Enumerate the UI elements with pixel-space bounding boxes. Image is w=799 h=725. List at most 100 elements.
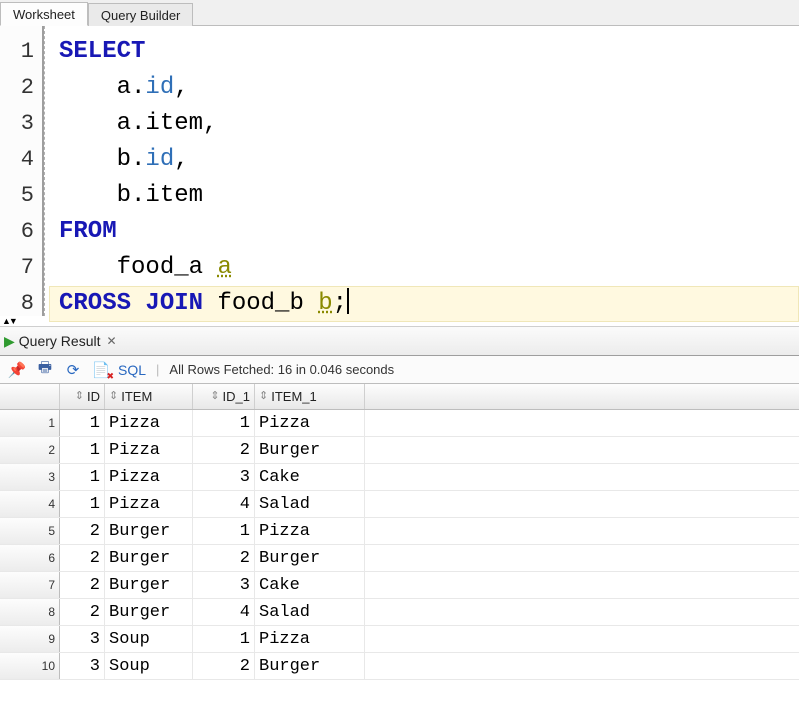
code-line[interactable]: a.id,: [49, 70, 799, 106]
cell-id1[interactable]: 4: [193, 491, 255, 517]
table-row[interactable]: 31Pizza3Cake: [0, 464, 799, 491]
cell-item1[interactable]: Cake: [255, 572, 365, 598]
grid-header: ⇕ID ⇕ITEM ⇕ID_1 ⇕ITEM_1: [0, 384, 799, 410]
cell-id1[interactable]: 1: [193, 626, 255, 652]
worksheet-tab-strip: Worksheet Query Builder: [0, 0, 799, 26]
code-line[interactable]: FROM: [49, 214, 799, 250]
editor-gutter: 12345678: [0, 26, 44, 316]
cell-item1[interactable]: Pizza: [255, 518, 365, 544]
code-line[interactable]: b.id,: [49, 142, 799, 178]
cell-id[interactable]: 1: [60, 437, 105, 463]
sort-icon: ⇕: [210, 394, 219, 399]
code-line[interactable]: CROSS JOIN food_b b;: [49, 286, 799, 322]
print-button[interactable]: 🖶: [34, 359, 56, 381]
cell-id[interactable]: 2: [60, 545, 105, 571]
row-number: 10: [0, 653, 60, 679]
grid-header-id1[interactable]: ⇕ID_1: [193, 384, 255, 409]
separator: |: [156, 362, 159, 377]
table-row[interactable]: 52Burger1Pizza: [0, 518, 799, 545]
row-number: 8: [0, 599, 60, 625]
cell-id[interactable]: 2: [60, 572, 105, 598]
cell-id[interactable]: 1: [60, 491, 105, 517]
cell-item[interactable]: Burger: [105, 599, 193, 625]
cell-item1[interactable]: Cake: [255, 464, 365, 490]
cell-item1[interactable]: Burger: [255, 653, 365, 679]
tab-worksheet[interactable]: Worksheet: [0, 2, 88, 26]
cell-id[interactable]: 2: [60, 518, 105, 544]
cell-id1[interactable]: 3: [193, 572, 255, 598]
table-row[interactable]: 11Pizza1Pizza: [0, 410, 799, 437]
table-row[interactable]: 82Burger4Salad: [0, 599, 799, 626]
cell-item[interactable]: Soup: [105, 653, 193, 679]
row-number: 6: [0, 545, 60, 571]
gutter-line: 1: [0, 34, 42, 70]
cell-id1[interactable]: 1: [193, 410, 255, 436]
gutter-line: 6: [0, 214, 42, 250]
table-row[interactable]: 62Burger2Burger: [0, 545, 799, 572]
tab-query-result[interactable]: Query Result: [19, 333, 101, 349]
cell-item1[interactable]: Salad: [255, 491, 365, 517]
editor-code-area[interactable]: SELECT a.id, a.item, b.id, b.itemFROM fo…: [44, 26, 799, 316]
cell-item1[interactable]: Burger: [255, 437, 365, 463]
cell-id1[interactable]: 3: [193, 464, 255, 490]
grid-header-id[interactable]: ⇕ID: [60, 384, 105, 409]
cell-item1[interactable]: Burger: [255, 545, 365, 571]
cell-id[interactable]: 1: [60, 464, 105, 490]
grid-header-item[interactable]: ⇕ITEM: [105, 384, 193, 409]
refresh-button[interactable]: ⟳: [62, 359, 84, 381]
cell-id[interactable]: 3: [60, 626, 105, 652]
close-icon[interactable]: ✕: [106, 334, 116, 348]
cell-id1[interactable]: 4: [193, 599, 255, 625]
row-number: 2: [0, 437, 60, 463]
table-row[interactable]: 72Burger3Cake: [0, 572, 799, 599]
row-number: 1: [0, 410, 60, 436]
gutter-line: 5: [0, 178, 42, 214]
cell-item[interactable]: Pizza: [105, 437, 193, 463]
result-tab-strip: ▶ Query Result ✕: [0, 326, 799, 356]
cell-id[interactable]: 3: [60, 653, 105, 679]
row-number: 4: [0, 491, 60, 517]
cell-item[interactable]: Burger: [105, 518, 193, 544]
row-number: 3: [0, 464, 60, 490]
row-number: 7: [0, 572, 60, 598]
sql-editor[interactable]: 12345678 SELECT a.id, a.item, b.id, b.it…: [0, 26, 799, 316]
cell-id1[interactable]: 1: [193, 518, 255, 544]
code-line[interactable]: a.item,: [49, 106, 799, 142]
sort-icon: ⇕: [259, 394, 268, 399]
cell-id[interactable]: 1: [60, 410, 105, 436]
code-line[interactable]: food_a a: [49, 250, 799, 286]
cell-item[interactable]: Pizza: [105, 491, 193, 517]
cell-item1[interactable]: Pizza: [255, 626, 365, 652]
cell-item[interactable]: Pizza: [105, 464, 193, 490]
gutter-line: 7: [0, 250, 42, 286]
sort-icon: ⇕: [109, 394, 118, 399]
grid-header-item1[interactable]: ⇕ITEM_1: [255, 384, 365, 409]
cell-item[interactable]: Burger: [105, 545, 193, 571]
tab-query-builder[interactable]: Query Builder: [88, 3, 193, 26]
play-icon: ▶: [4, 333, 15, 350]
results-grid[interactable]: ⇕ID ⇕ITEM ⇕ID_1 ⇕ITEM_1 11Pizza1Pizza21P…: [0, 384, 799, 680]
code-line[interactable]: b.item: [49, 178, 799, 214]
sort-icon: ⇕: [75, 394, 84, 399]
cell-id1[interactable]: 2: [193, 653, 255, 679]
cell-item1[interactable]: Pizza: [255, 410, 365, 436]
cell-item[interactable]: Burger: [105, 572, 193, 598]
table-row[interactable]: 41Pizza4Salad: [0, 491, 799, 518]
table-row[interactable]: 21Pizza2Burger: [0, 437, 799, 464]
cell-item[interactable]: Pizza: [105, 410, 193, 436]
result-toolbar: 📌 🖶 ⟳ 📄 SQL | All Rows Fetched: 16 in 0.…: [0, 356, 799, 384]
gutter-line: 3: [0, 106, 42, 142]
code-line[interactable]: SELECT: [49, 34, 799, 70]
cell-item1[interactable]: Salad: [255, 599, 365, 625]
table-row[interactable]: 103Soup2Burger: [0, 653, 799, 680]
pin-button[interactable]: 📌: [6, 359, 28, 381]
row-number: 5: [0, 518, 60, 544]
text-cursor: [347, 288, 349, 314]
cell-id[interactable]: 2: [60, 599, 105, 625]
cell-item[interactable]: Soup: [105, 626, 193, 652]
clear-script-button[interactable]: 📄: [90, 359, 112, 381]
sql-label[interactable]: SQL: [118, 362, 146, 378]
cell-id1[interactable]: 2: [193, 437, 255, 463]
table-row[interactable]: 93Soup1Pizza: [0, 626, 799, 653]
cell-id1[interactable]: 2: [193, 545, 255, 571]
